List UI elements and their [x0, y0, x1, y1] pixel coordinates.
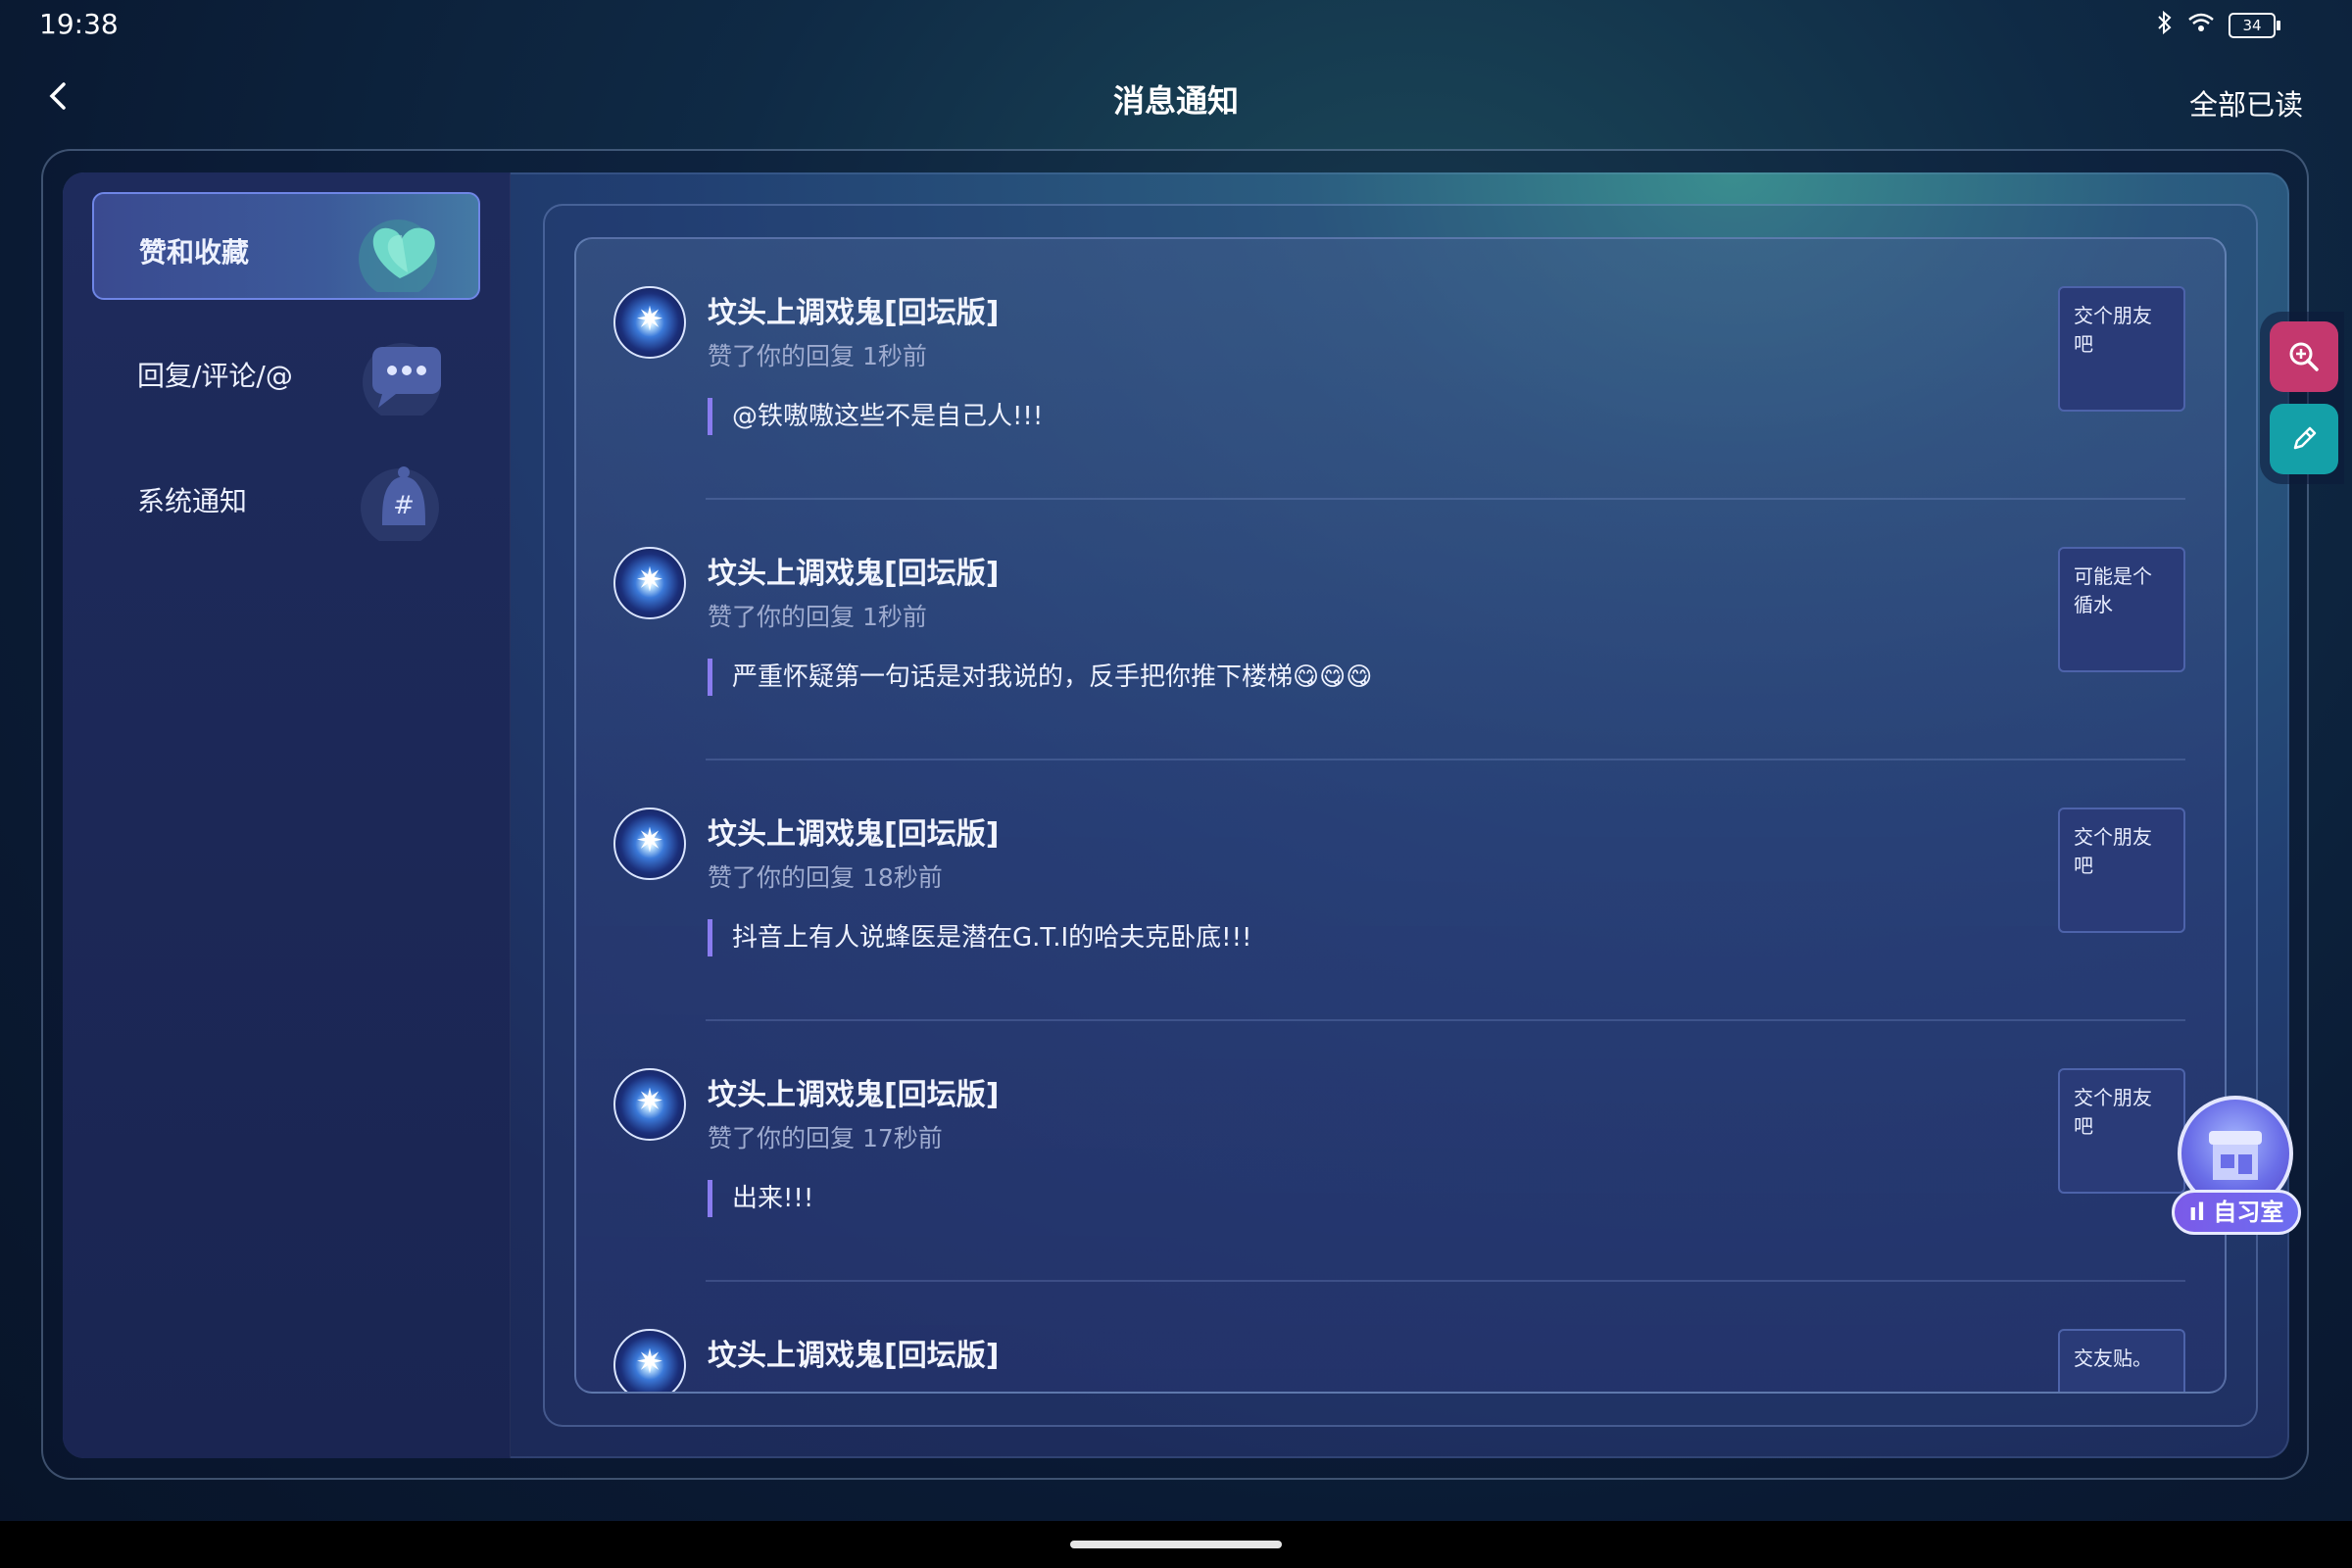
study-room-label: ıl 自习室	[2172, 1190, 2301, 1235]
user-name[interactable]: 坟头上调戏鬼[回坛版]	[708, 288, 999, 331]
pencil-icon	[2293, 426, 2317, 450]
message-list[interactable]: 坟头上调戏鬼[回坛版] 赞了你的回复 1秒前 @铁嗷嗷这些不是自己人!!! 交个…	[574, 237, 2227, 1394]
avatar[interactable]	[613, 547, 686, 619]
user-name[interactable]: 坟头上调戏鬼[回坛版]	[708, 1331, 999, 1374]
post-thumbnail[interactable]: 可能是个循水	[2058, 547, 2185, 672]
sidebar-item-label: 系统通知	[137, 485, 248, 517]
zoom-in-icon	[2289, 342, 2319, 371]
page-header: 消息通知 全部已读	[0, 59, 2352, 137]
post-thumbnail[interactable]: 交友贴。	[2058, 1329, 2185, 1392]
sidebar-item-label: 赞和收藏	[139, 236, 250, 269]
list-item[interactable]: 坟头上调戏鬼[回坛版] 赞了你的回复 1秒前 @铁嗷嗷这些不是自己人!!! 交个…	[576, 239, 2225, 500]
avatar[interactable]	[613, 808, 686, 880]
heart-icon	[359, 220, 437, 292]
post-thumbnail[interactable]: 交个朋友吧	[2058, 1068, 2185, 1194]
quoted-reply[interactable]: 抖音上有人说蜂医是潜在G.T.I的哈夫克卧底!!!	[708, 919, 1251, 956]
avatar[interactable]	[613, 286, 686, 359]
sidebar-item-replies[interactable]: 回复/评论/@	[92, 318, 480, 425]
category-sidebar: 赞和收藏 回复/评论/@ 系统通知 #	[63, 172, 511, 1458]
list-item[interactable]: 坟头上调戏鬼[回坛版] 赞了你的回复 17秒前 出来!!! 交个朋友吧	[576, 1021, 2225, 1282]
bell-icon: #	[361, 466, 439, 541]
bar-chart-icon: ıl	[2188, 1199, 2206, 1226]
svg-text:#: #	[393, 491, 415, 520]
home-gesture-handle[interactable]	[1070, 1541, 1282, 1548]
wifi-icon	[2187, 12, 2215, 39]
user-name[interactable]: 坟头上调戏鬼[回坛版]	[708, 1070, 999, 1113]
list-item[interactable]: 坟头上调戏鬼[回坛版] 赞了你的回复 1秒前 严重怀疑第一句话是对我说的，反手把…	[576, 500, 2225, 760]
sidebar-item-label: 回复/评论/@	[137, 360, 293, 392]
study-room-widget[interactable]: ıl 自习室	[2172, 1096, 2301, 1239]
post-thumbnail[interactable]: 交个朋友吧	[2058, 808, 2185, 933]
quoted-reply[interactable]: @铁嗷嗷这些不是自己人!!!	[708, 398, 1043, 435]
post-thumbnail[interactable]: 交个朋友吧	[2058, 286, 2185, 412]
floating-toolbar	[2260, 312, 2344, 484]
chat-bubble-icon	[363, 343, 441, 416]
status-bar: 19:38 34	[0, 0, 2352, 51]
message-meta: 赞了你的回复 1秒前	[708, 603, 927, 631]
system-nav-bar	[0, 1521, 2352, 1568]
quoted-reply[interactable]: 严重怀疑第一句话是对我说的，反手把你推下楼梯😋😋😋	[708, 659, 1372, 696]
message-meta: 赞了你的回复 17秒前	[708, 1124, 943, 1152]
zoom-search-button[interactable]	[2270, 321, 2338, 392]
status-time: 19:38	[39, 8, 119, 40]
avatar[interactable]	[613, 1068, 686, 1141]
sidebar-item-system[interactable]: 系统通知 #	[92, 443, 480, 551]
page-title: 消息通知	[1112, 82, 1239, 120]
list-item[interactable]: 坟头上调戏鬼[回坛版] 赞了你的回复 18秒前 抖音上有人说蜂医是潜在G.T.I…	[576, 760, 2225, 1021]
edit-button[interactable]	[2270, 404, 2338, 474]
mark-all-read-button[interactable]: 全部已读	[2189, 82, 2303, 123]
list-item[interactable]: 坟头上调戏鬼[回坛版] 交友贴。	[576, 1282, 2225, 1392]
user-name[interactable]: 坟头上调戏鬼[回坛版]	[708, 549, 999, 592]
quoted-reply[interactable]: 出来!!!	[708, 1180, 813, 1217]
message-meta: 赞了你的回复 1秒前	[708, 342, 927, 370]
message-meta: 赞了你的回复 18秒前	[708, 863, 943, 892]
system-icons: 34	[2156, 10, 2280, 41]
avatar[interactable]	[613, 1329, 686, 1392]
battery-icon: 34	[2229, 13, 2280, 38]
user-name[interactable]: 坟头上调戏鬼[回坛版]	[708, 809, 999, 853]
sidebar-item-likes[interactable]: 赞和收藏	[92, 192, 480, 300]
bluetooth-icon	[2156, 10, 2174, 41]
